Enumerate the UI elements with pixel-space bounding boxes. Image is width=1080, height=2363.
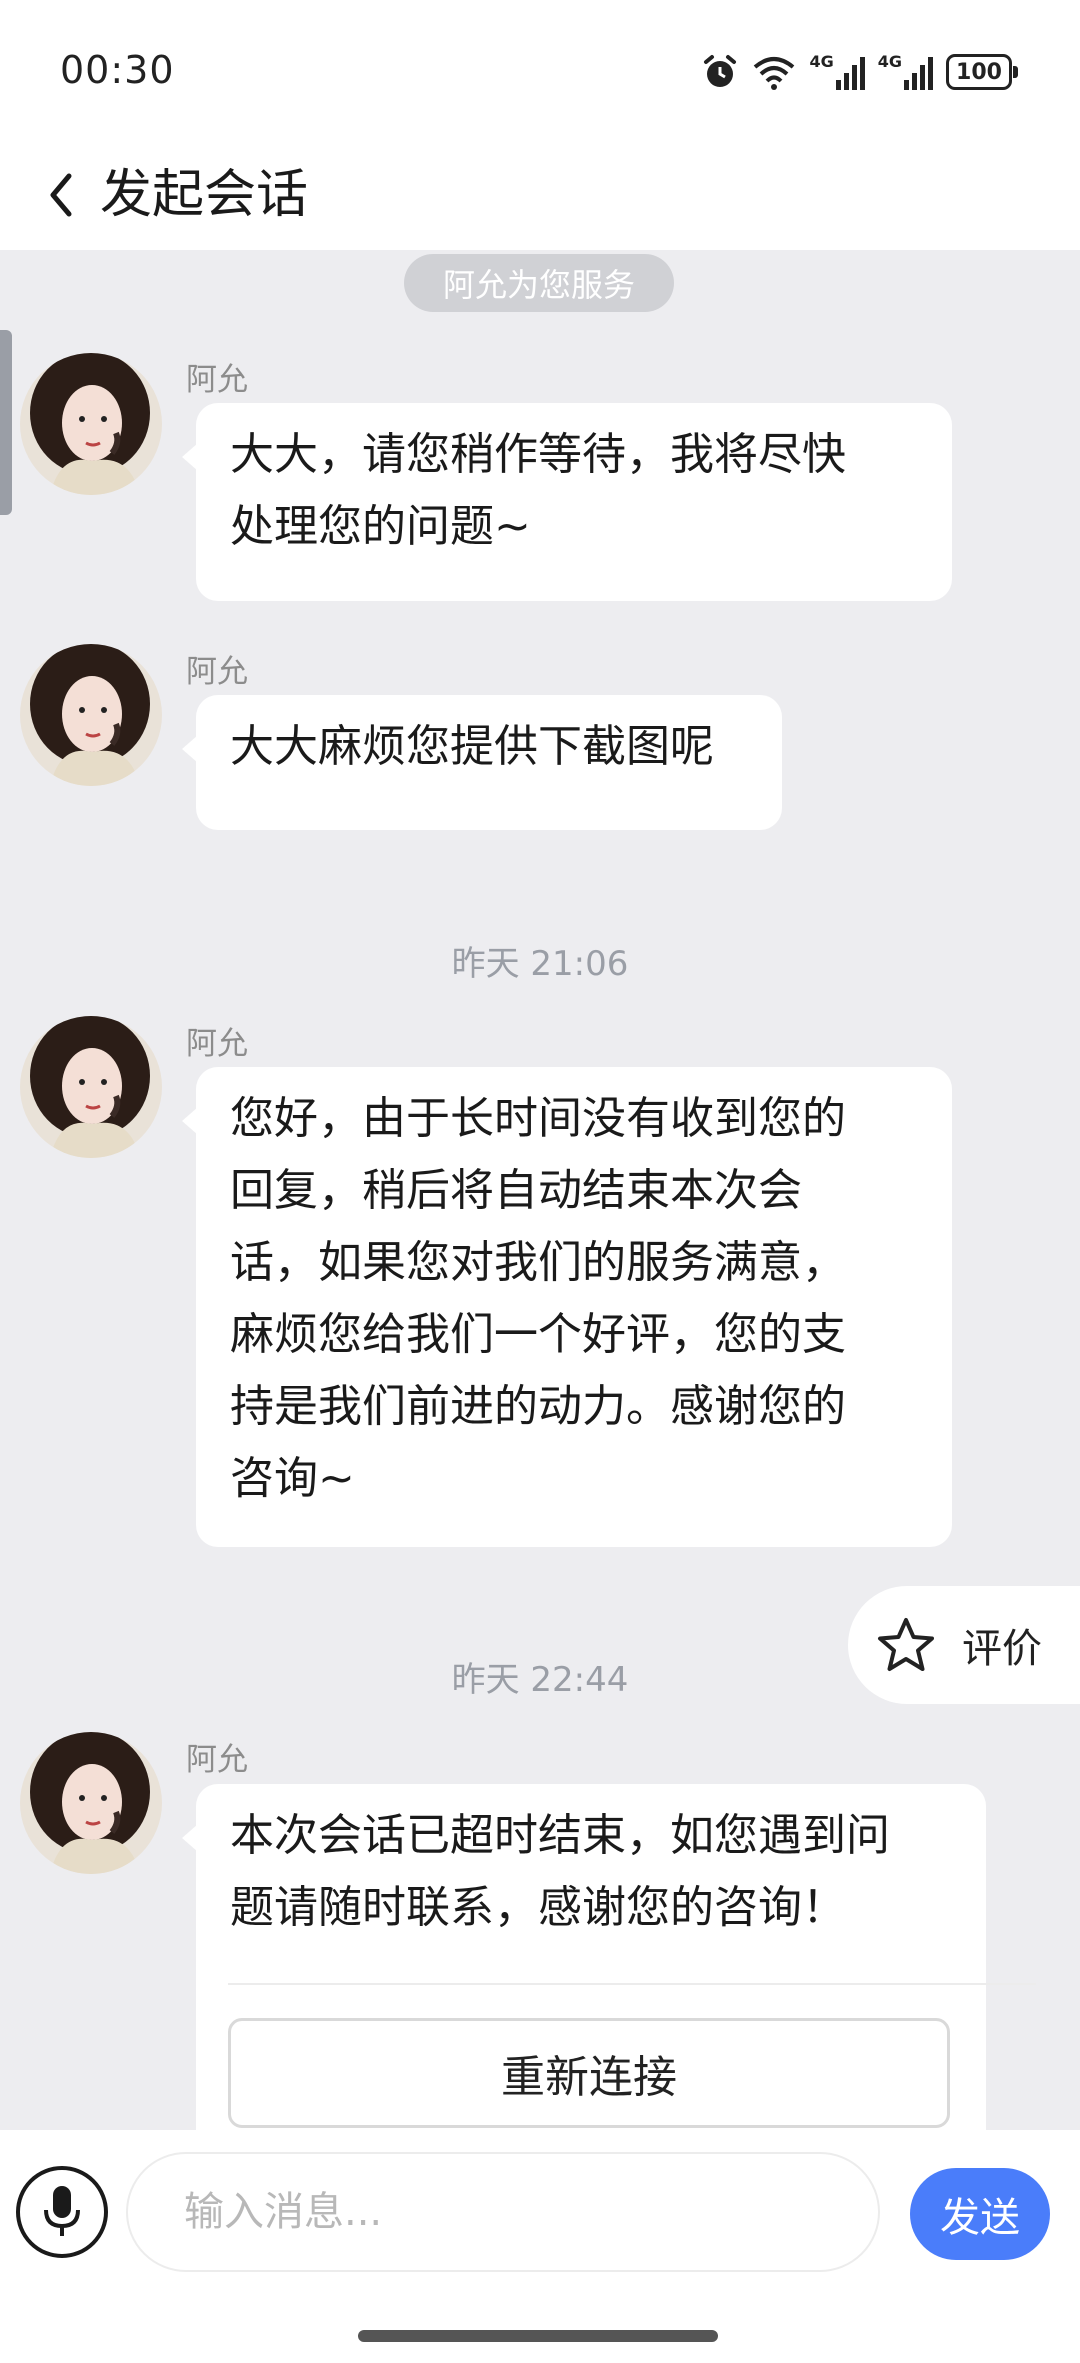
avatar[interactable] — [20, 1016, 162, 1158]
message-line: 麻烦您给我们一个好评，您的支 — [230, 1309, 846, 1360]
avatar[interactable] — [20, 353, 162, 495]
message-line: 您好，由于长时间没有收到您的 — [230, 1093, 846, 1144]
voice-input-button[interactable] — [16, 2166, 108, 2258]
signal-icon: 4G — [878, 54, 934, 90]
reconnect-button[interactable]: 重新连接 — [228, 2018, 950, 2128]
status-icons: 4G 4G 100 — [701, 50, 1018, 94]
message-line: 话，如果您对我们的服务满意， — [230, 1237, 846, 1288]
status-time: 00:30 — [60, 48, 175, 92]
message-line: 大大，请您稍作等待，我将尽快 — [230, 429, 846, 480]
back-button[interactable] — [36, 160, 84, 230]
home-indicator[interactable] — [358, 2330, 718, 2342]
battery-icon: 100 — [946, 54, 1018, 90]
timestamp: 昨天 22:44 — [451, 1660, 629, 1700]
sender-name: 阿允 — [186, 1742, 248, 1778]
message-line: 回复，稍后将自动结束本次会 — [230, 1165, 802, 1216]
alarm-icon — [701, 53, 739, 91]
message-bubble: 您好，由于长时间没有收到您的 回复，稍后将自动结束本次会 话，如果您对我们的服务… — [182, 1067, 952, 1547]
header: 发起会话 — [0, 140, 1080, 250]
network-type-label: 4G — [877, 52, 902, 71]
message-bubble: 大大麻烦您提供下截图呢 — [182, 695, 782, 830]
sender-name: 阿允 — [186, 1026, 248, 1062]
message-line: 咨询~ — [230, 1453, 355, 1504]
page-title: 发起会话 — [100, 165, 309, 225]
battery-level: 100 — [946, 54, 1012, 90]
sender-name: 阿允 — [186, 654, 248, 690]
microphone-icon — [44, 2186, 80, 2236]
side-drawer-handle[interactable] — [0, 330, 12, 515]
avatar[interactable] — [20, 644, 162, 786]
message-line: 大大麻烦您提供下截图呢 — [230, 721, 714, 772]
message-line: 本次会话已超时结束，如您遇到问 — [230, 1810, 890, 1861]
avatar[interactable] — [20, 1732, 162, 1874]
wifi-icon — [751, 53, 797, 91]
message-input[interactable] — [126, 2152, 880, 2272]
message-bubble: 大大，请您稍作等待，我将尽快 处理您的问题~ — [182, 403, 952, 601]
send-button[interactable]: 发送 — [910, 2168, 1050, 2260]
input-bar: 发送 — [0, 2130, 1080, 2363]
sender-name: 阿允 — [186, 362, 248, 398]
status-bar: 00:30 4G 4G 100 — [0, 0, 1080, 140]
network-type-label: 4G — [809, 52, 834, 71]
message-line: 处理您的问题~ — [230, 501, 531, 552]
signal-icon: 4G — [809, 54, 865, 90]
chevron-left-icon — [50, 173, 72, 217]
message-line: 题请随时联系，感谢您的咨询！ — [230, 1882, 846, 1933]
service-notice: 阿允为您服务 — [404, 254, 674, 312]
chat-area[interactable]: 阿允为您服务 阿允 大大，请您稍作等待，我将尽快 处理您的问题~ 阿允 大大麻烦… — [0, 250, 1080, 2130]
message-line: 持是我们前进的动力。感谢您的 — [230, 1381, 846, 1432]
timestamp: 昨天 21:06 — [451, 944, 629, 984]
divider — [228, 1983, 1036, 1985]
